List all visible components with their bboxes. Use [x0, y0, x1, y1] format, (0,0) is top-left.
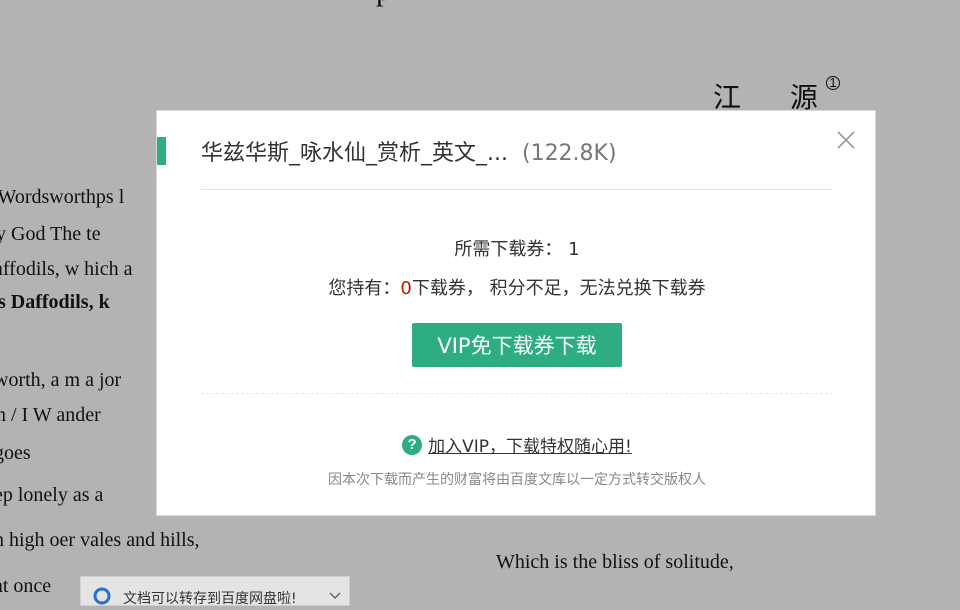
holding-prefix: 您持有：: [328, 278, 401, 299]
dialog-title: 华兹华斯_咏水仙_赏析_英文_... (122.8K): [201, 135, 617, 167]
footnote-mark: 1: [826, 76, 840, 90]
title-divider: [201, 189, 833, 190]
close-button[interactable]: [835, 129, 857, 151]
cloud-icon: [93, 587, 111, 605]
file-size: (122.8K): [521, 141, 617, 166]
copyright-notice: 因本次下载而产生的财富将由百度文库以一定方式转交版权人: [328, 472, 706, 488]
doc-line: s Daffodils, k: [0, 291, 110, 313]
toast-text: 文档可以转存到百度网盘啦!: [123, 591, 297, 607]
doc-line: Which is the bliss of solitude,: [496, 551, 734, 573]
file-name: 华兹华斯_咏水仙_赏析_英文_...: [201, 141, 508, 166]
required-coupons: 所需下载券： 1: [454, 239, 580, 260]
transfer-toast[interactable]: 文档可以转存到百度网盘啦!: [80, 576, 350, 607]
help-icon: ?: [402, 434, 423, 455]
join-vip-link[interactable]: 加入VIP，下载特权随心用!: [428, 432, 632, 457]
doc-line: affodils, w hich a: [0, 258, 133, 280]
doc-line: worth, a m a jor: [0, 369, 122, 391]
holding-count: 0: [400, 278, 412, 299]
doc-line: n high oer vales and hills,: [0, 529, 200, 551]
doc-line: goes: [0, 442, 31, 464]
doc-line: n / I W ander: [0, 404, 101, 426]
holding-status: 您持有：0下载券， 积分不足，无法兑换下载券: [157, 274, 877, 300]
holding-suffix: 下载券， 积分不足，无法兑换下载券: [411, 278, 706, 299]
doc-line: y God The te: [0, 223, 101, 245]
section-divider: [201, 393, 833, 394]
download-dialog: 华兹华斯_咏水仙_赏析_英文_... (122.8K) 所需下载券： 1 您持有：…: [156, 110, 876, 516]
doc-line: tWordsworthps l: [0, 186, 125, 208]
doc-line: at once: [0, 575, 52, 597]
doc-title-fragment: p: [376, 0, 391, 8]
join-vip-row: ? 加入VIP，下载特权随心用!: [157, 432, 877, 457]
chevron-down-icon[interactable]: [329, 589, 341, 601]
close-icon: [837, 131, 855, 149]
doc-line: ep lonely as a: [0, 484, 104, 506]
vip-download-button[interactable]: VIP免下载券下载: [412, 323, 622, 367]
title-accent-bar: [157, 137, 166, 165]
